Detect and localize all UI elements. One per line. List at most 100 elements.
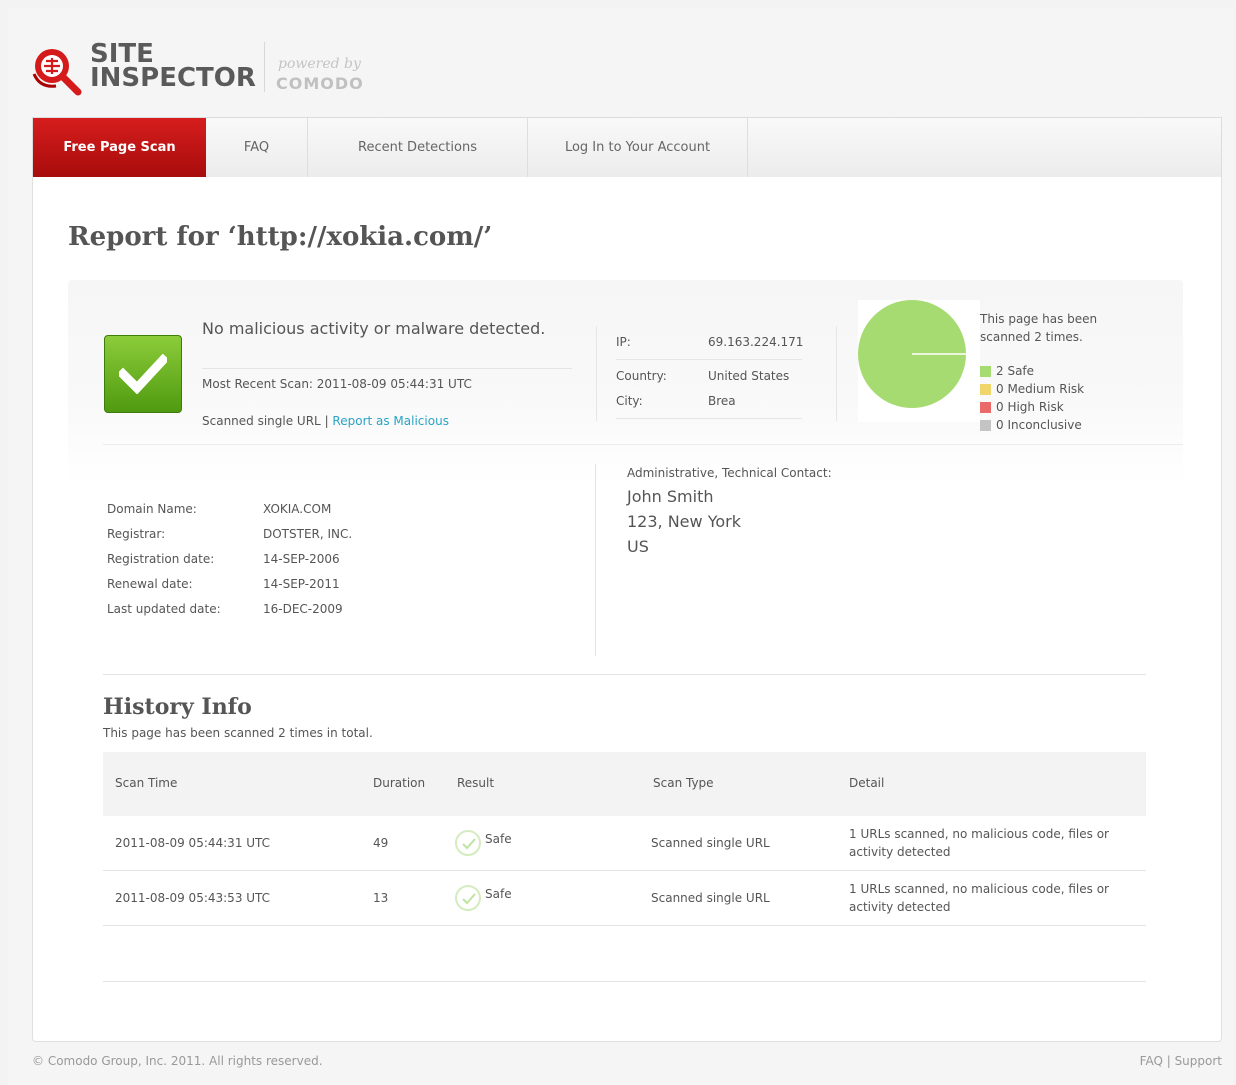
status-message: No malicious activity or malware detecte… [202, 319, 546, 338]
legend-label: 0 High Risk [996, 400, 1064, 414]
table-header: Scan Time Duration Result Scan Type Deta… [103, 752, 1146, 816]
history-table: Scan Time Duration Result Scan Type Deta… [103, 752, 1146, 926]
whois-info: Domain Name: XOKIA.COM Registrar: DOTSTER,… [107, 497, 567, 622]
comodo-logo: COMODO [276, 74, 364, 93]
logo-divider [264, 42, 265, 92]
scan-result-pie [858, 300, 980, 422]
report-malicious-link[interactable]: Report as Malicious [332, 414, 449, 428]
powered-by-label: powered by [278, 56, 361, 72]
cell-duration: 49 [373, 836, 389, 850]
tab-faq[interactable]: FAQ [206, 118, 308, 177]
tab-free-page-scan[interactable]: Free Page Scan [33, 118, 206, 177]
legend-label: 0 Medium Risk [996, 382, 1085, 396]
legend-swatch [980, 402, 991, 413]
table-row: 2011-08-09 05:43:53 UTC 13 Safe Scanned … [103, 871, 1146, 926]
legend-swatch [980, 366, 991, 377]
pie-legend: 2 Safe 0 Medium Risk 0 High Risk 0 Incon… [980, 362, 1084, 434]
section-divider [103, 674, 1146, 675]
cell-result: Safe [485, 832, 512, 846]
legend-item-medium: 0 Medium Risk [980, 380, 1084, 398]
col-scan-type: Scan Type [653, 776, 714, 790]
legend-item-inconclusive: 0 Inconclusive [980, 416, 1084, 434]
whois-label: Last updated date: [107, 602, 221, 616]
col-duration: Duration [373, 776, 426, 790]
bottom-divider [103, 981, 1146, 982]
summary-divider-2 [836, 326, 837, 421]
report-card: Report for ‘http://xokia.com/’ No malici… [32, 177, 1222, 1042]
footer-links: FAQ | Support [1140, 1054, 1222, 1068]
legend-label: 2 Safe [996, 364, 1035, 378]
magnifier-logo-icon [30, 44, 84, 98]
history-subtitle: This page has been scanned 2 times in to… [103, 726, 373, 740]
scan-summary-panel: No malicious activity or malware detecte… [68, 280, 1183, 485]
contact-country: US [627, 537, 649, 556]
legend-swatch [980, 384, 991, 395]
tab-recent-detections[interactable]: Recent Detections [308, 118, 528, 177]
contact-name: John Smith [627, 487, 714, 506]
whois-row: Registrar: DOTSTER, INC. [107, 522, 567, 547]
whois-row: Renewal date: 14-SEP-2011 [107, 572, 567, 597]
contact-address: 123, New York [627, 512, 741, 531]
city-label: City: [616, 394, 643, 408]
scan-line-separator: | [320, 414, 333, 428]
col-scan-time: Scan Time [115, 776, 178, 790]
summary-divider-horizontal [103, 444, 1183, 445]
whois-value: 14-SEP-2011 [263, 577, 340, 591]
whois-value: DOTSTER, INC. [263, 527, 353, 541]
cell-scan-type: Scanned single URL [651, 891, 770, 905]
geo-divider-bottom [616, 418, 802, 419]
whois-label: Registration date: [107, 552, 215, 566]
table-row: 2011-08-09 05:44:31 UTC 49 Safe Scanned … [103, 816, 1146, 871]
footer-separator: | [1162, 1054, 1175, 1068]
whois-value: 14-SEP-2006 [263, 552, 340, 566]
cell-result: Safe [485, 887, 512, 901]
ip-value: 69.163.224.171 [708, 335, 804, 349]
col-detail: Detail [849, 776, 885, 790]
status-divider [202, 368, 572, 369]
pie-caption: This page has been scanned 2 times. [980, 312, 1098, 344]
cell-scan-time: 2011-08-09 05:44:31 UTC [115, 836, 271, 850]
geo-info: IP: 69.163.224.171 Country: United State… [616, 330, 804, 423]
tab-login[interactable]: Log In to Your Account [528, 118, 748, 177]
country-value: United States [708, 369, 790, 383]
ip-row: IP: 69.163.224.171 [616, 330, 804, 355]
country-label: Country: [616, 369, 667, 383]
whois-divider [595, 464, 596, 656]
col-result: Result [457, 776, 495, 790]
cell-detail: 1 URLs scanned, no malicious code, files… [849, 882, 1109, 914]
report-title: Report for ‘http://xokia.com/’ [68, 222, 493, 252]
copyright: © Comodo Group, Inc. 2011. All rights re… [32, 1054, 323, 1068]
geo-divider [616, 359, 802, 360]
footer-faq-link[interactable]: FAQ [1140, 1054, 1163, 1068]
safe-check-icon [455, 885, 481, 911]
brand-wordmark: SITE INSPECTOR [90, 41, 256, 93]
brand-name-line2: INSPECTOR [90, 63, 256, 93]
whois-row: Registration date: 14-SEP-2006 [107, 547, 567, 572]
site-logo[interactable]: SITE INSPECTOR powered by COMODO [30, 40, 370, 100]
legend-item-high: 0 High Risk [980, 398, 1084, 416]
legend-label: 0 Inconclusive [996, 418, 1082, 432]
whois-label: Registrar: [107, 527, 166, 541]
contact-label: Administrative, Technical Contact: [627, 466, 832, 480]
contact-info: Administrative, Technical Contact: John … [627, 466, 832, 559]
main-nav: Free Page Scan FAQ Recent Detections Log… [32, 117, 1222, 177]
whois-row: Last updated date: 16-DEC-2009 [107, 597, 567, 622]
most-recent-scan: Most Recent Scan: 2011-08-09 05:44:31 UT… [202, 377, 472, 391]
whois-row: Domain Name: XOKIA.COM [107, 497, 567, 522]
safe-check-icon [455, 830, 481, 856]
whois-value: 16-DEC-2009 [263, 602, 343, 616]
whois-value: XOKIA.COM [263, 502, 332, 516]
whois-label: Renewal date: [107, 577, 193, 591]
scan-type-text: Scanned single URL [202, 414, 321, 428]
footer-support-link[interactable]: Support [1175, 1054, 1222, 1068]
country-row: Country: United States [616, 364, 802, 389]
history-title: History Info [103, 694, 252, 720]
cell-duration: 13 [373, 891, 389, 905]
ip-label: IP: [616, 335, 631, 349]
whois-label: Domain Name: [107, 502, 197, 516]
legend-swatch [980, 420, 991, 431]
city-value: Brea [708, 394, 736, 408]
cell-detail: 1 URLs scanned, no malicious code, files… [849, 827, 1109, 859]
safe-check-icon [104, 335, 182, 413]
scanned-line: Scanned single URL | Report as Malicious [202, 414, 449, 428]
